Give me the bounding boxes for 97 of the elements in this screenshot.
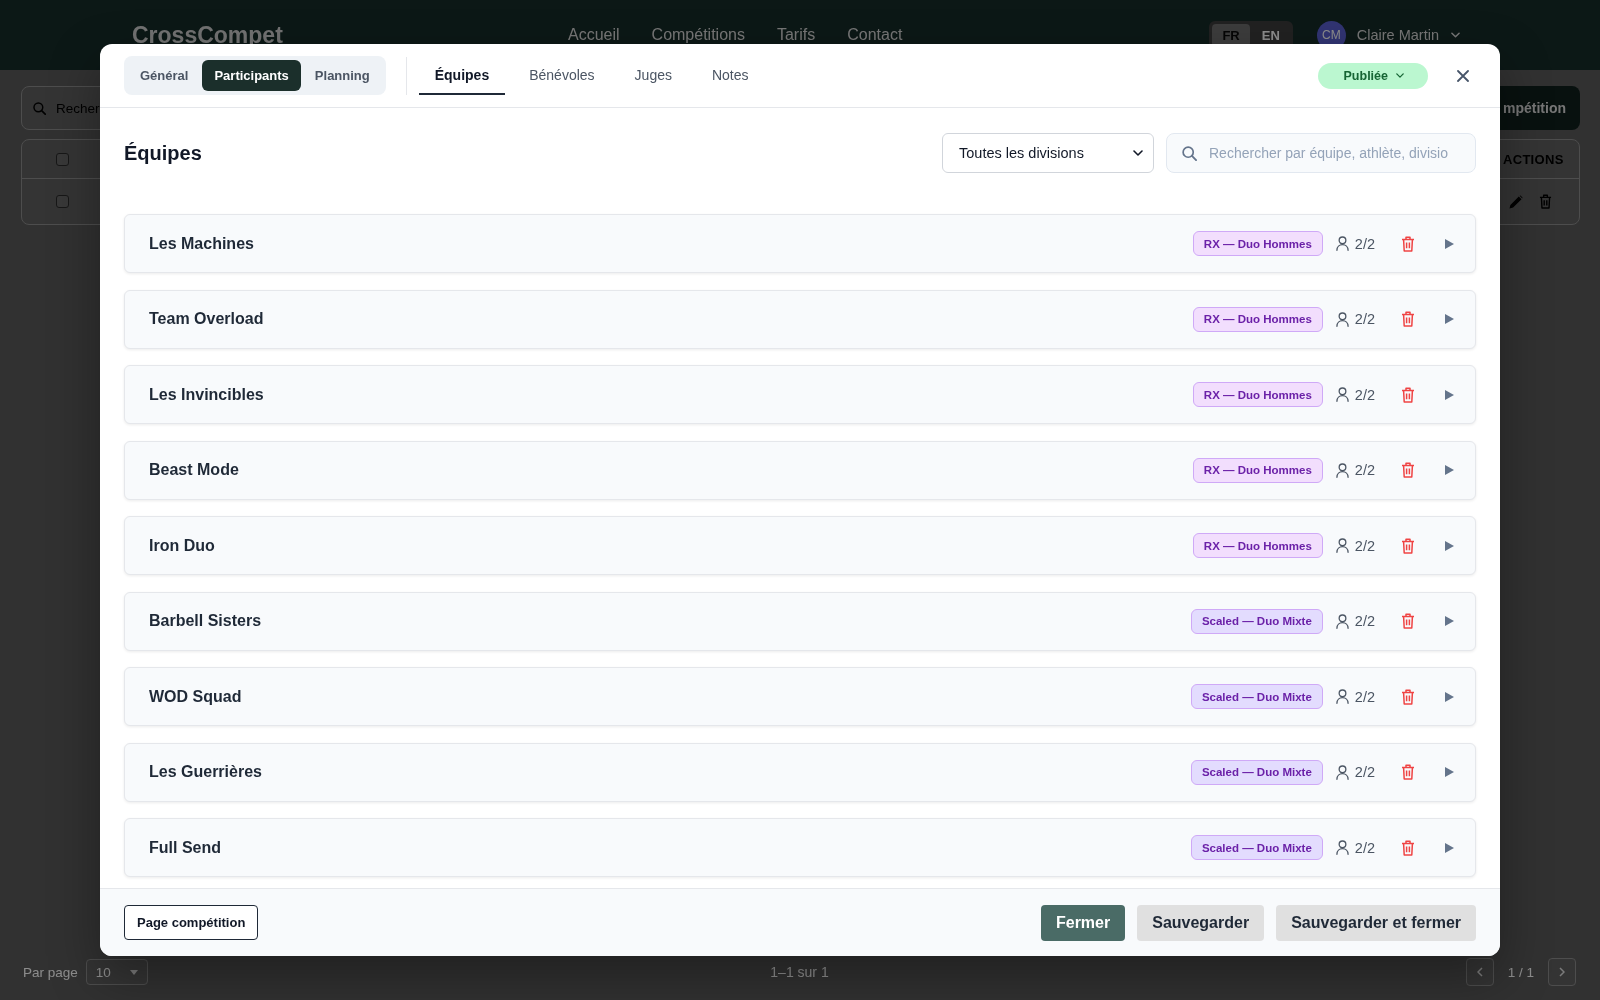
team-row[interactable]: Barbell Sisters Scaled — Duo Mixte 2/2 [124,591,1476,651]
member-count: 2/2 [1354,764,1375,780]
team-row[interactable]: Les Machines RX — Duo Hommes 2/2 [124,214,1476,273]
division-badge: Scaled — Duo Mixte [1190,759,1323,785]
search-icon [33,101,46,115]
division-badge: RX — Duo Hommes [1192,382,1323,407]
member-count: 2/2 [1354,613,1375,629]
checkbox[interactable] [55,152,69,166]
nav-link[interactable]: Tarifs [776,26,816,44]
trash-icon[interactable] [1401,311,1415,327]
nav-link[interactable]: Contact [847,26,903,44]
team-row[interactable]: Beast Mode RX — Duo Hommes 2/2 [124,440,1476,500]
caret-icon[interactable] [1445,616,1454,626]
next-page-button[interactable] [1548,958,1576,986]
member-count: 2/2 [1354,386,1375,403]
tab[interactable]: Bénévoles [513,56,611,95]
member-count: 2/2 [1354,311,1375,327]
team-name: Les Machines [149,234,254,253]
user-name[interactable]: Claire Martin [1356,27,1439,43]
status-dropdown[interactable]: Publiée [1317,62,1428,89]
team-name: WOD Squad [149,687,242,706]
team-name: Barbell Sisters [149,612,262,630]
team-name: Team Overload [149,310,264,328]
trash-icon[interactable] [1401,839,1415,856]
member-count: 2/2 [1354,839,1375,856]
caret-icon[interactable] [1445,389,1454,400]
member-count: 2/2 [1354,537,1375,554]
division-badge: RX — Duo Hommes [1192,231,1323,256]
trash-icon[interactable] [1401,235,1415,252]
division-badge: Scaled — Duo Mixte [1190,835,1323,860]
person-icon [1335,236,1349,251]
caret-icon[interactable] [1445,691,1454,702]
nav-link[interactable]: Accueil [568,26,620,44]
section-tab[interactable]: Planning [302,60,382,91]
division-badge: RX — Duo Hommes [1192,306,1323,332]
trash-icon[interactable] [1401,386,1415,403]
team-row[interactable]: Full Send Scaled — Duo Mixte 2/2 [124,818,1476,877]
team-name: Beast Mode [149,461,239,479]
team-name: Iron Duo [149,536,215,555]
caret-icon[interactable] [1445,238,1454,249]
tab[interactable]: Juges [618,56,688,95]
team-row[interactable]: Iron Duo RX — Duo Hommes 2/2 [124,516,1476,575]
caret-icon[interactable] [1445,540,1454,551]
person-icon [1335,764,1349,780]
page-range: 1–1 sur 1 [770,964,829,980]
checkbox[interactable] [55,195,69,208]
person-icon [1335,840,1349,855]
trash-icon[interactable] [1401,537,1415,554]
person-icon [1335,538,1349,553]
caret-icon[interactable] [1445,842,1454,853]
member-count: 2/2 [1354,235,1375,252]
team-row[interactable]: Les Guerrières Scaled — Duo Mixte 2/2 [124,742,1476,802]
division-select[interactable]: Toutes les divisions [942,133,1154,173]
trash-icon[interactable] [1401,613,1415,629]
caret-down-icon [129,969,138,975]
trash-icon[interactable] [1401,688,1415,705]
division-badge: RX — Duo Hommes [1192,533,1323,558]
caret-icon[interactable] [1445,465,1454,475]
trash-icon[interactable] [1401,764,1415,780]
person-icon [1335,387,1349,402]
division-badge: RX — Duo Hommes [1192,457,1323,483]
chevron-down-icon [1451,32,1460,38]
chevron-down-icon [1133,150,1143,156]
team-name: Full Send [149,838,221,857]
close-icon [1457,69,1469,82]
page-indicator: 1 / 1 [1507,964,1534,980]
save-button[interactable]: Sauvegarder [1137,904,1265,941]
language-option[interactable]: EN [1251,23,1290,47]
member-count: 2/2 [1354,688,1375,705]
person-icon [1335,613,1349,629]
person-icon [1335,311,1349,327]
team-row[interactable]: Les Invincibles RX — Duo Hommes 2/2 [124,365,1476,424]
section-title: Équipes [124,141,202,165]
chevron-right-icon [1559,967,1565,977]
caret-icon[interactable] [1445,767,1454,777]
team-row[interactable]: Team Overload RX — Duo Hommes 2/2 [124,289,1476,349]
tab[interactable]: Notes [695,56,765,95]
chevron-left-icon [1476,967,1483,977]
team-row[interactable]: WOD Squad Scaled — Duo Mixte 2/2 [124,667,1476,726]
team-name: Les Guerrières [149,763,262,781]
search-icon [1182,145,1197,161]
trash-icon[interactable] [1401,462,1415,478]
caret-icon[interactable] [1445,314,1454,324]
close-modal-button[interactable]: Fermer [1040,904,1126,941]
tab[interactable]: Équipes [418,56,506,95]
division-badge: Scaled — Duo Mixte [1190,608,1323,634]
chevron-down-icon [1396,73,1404,78]
competition-page-button[interactable]: Page compétition [124,905,259,940]
per-page-label: Par page [23,964,78,980]
member-count: 2/2 [1354,462,1375,478]
person-icon [1335,689,1349,704]
nav-link[interactable]: Compétitions [651,26,745,44]
section-tab[interactable]: Participants [202,60,301,91]
division-badge: Scaled — Duo Mixte [1190,684,1323,709]
team-name: Les Invincibles [149,385,264,404]
save-button[interactable]: Sauvegarder et fermer [1276,904,1476,941]
person-icon [1335,462,1349,478]
